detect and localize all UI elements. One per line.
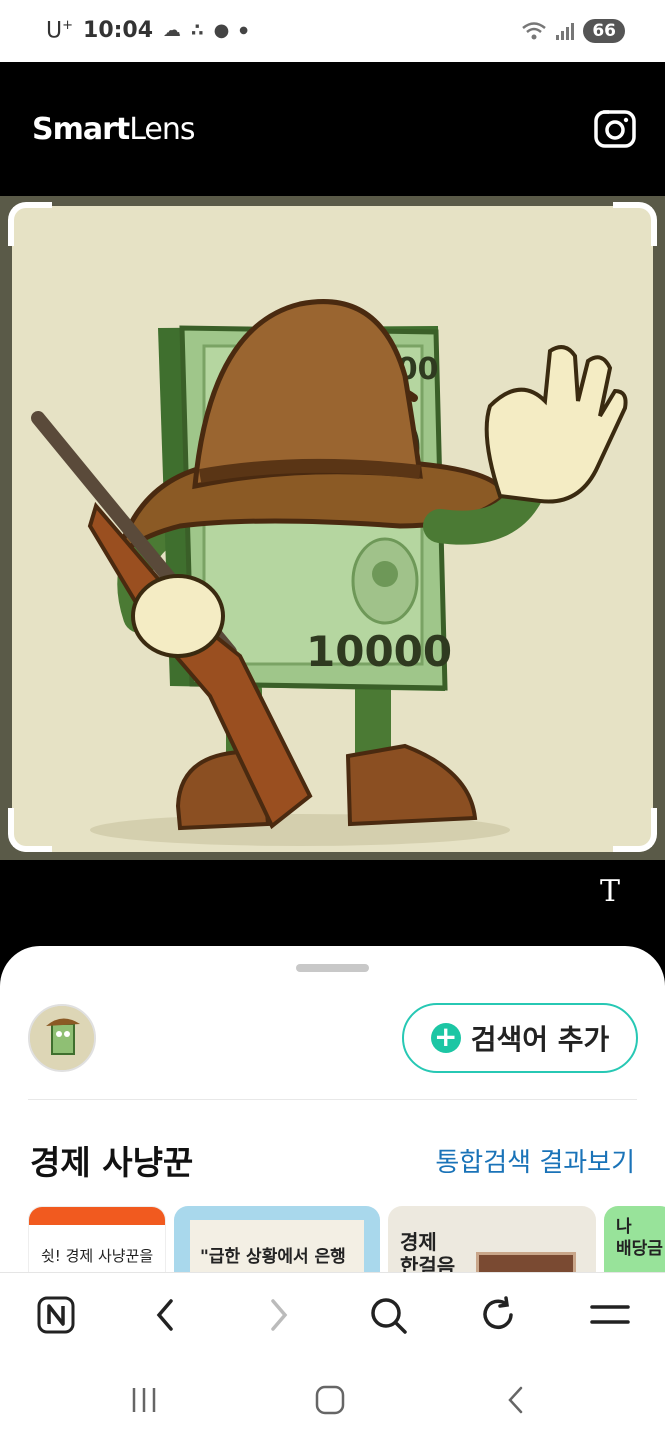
camera-icon	[594, 110, 636, 148]
query-image-thumbnail[interactable]	[28, 1004, 96, 1072]
chat-icon: ●	[213, 20, 230, 42]
crop-corner-top-right[interactable]	[613, 202, 657, 246]
recent-apps-button[interactable]	[122, 1378, 166, 1422]
result-card[interactable]: "급한 상황에서 은행	[174, 1206, 380, 1272]
add-keyword-label: 검색어 추가	[470, 1023, 610, 1056]
naver-home-icon	[37, 1296, 75, 1334]
search-button[interactable]	[366, 1293, 410, 1337]
money-character-illustration: 1000 10000	[0, 196, 665, 860]
crop-corner-bottom-right[interactable]	[613, 808, 657, 852]
card-book-image	[476, 1252, 576, 1272]
sheet-drag-handle[interactable]	[296, 964, 369, 972]
query-title: 경제 사냥꾼	[30, 1143, 194, 1182]
carrier-label: U+	[46, 18, 74, 44]
result-card[interactable]: 나 배당금	[604, 1206, 665, 1272]
signal-icon	[556, 23, 575, 40]
status-left: U+ 10:04 ☁ ∴ ● ●	[46, 18, 248, 43]
refresh-button[interactable]	[476, 1293, 520, 1337]
crop-corner-bottom-left[interactable]	[8, 808, 52, 852]
forward-icon	[271, 1299, 288, 1331]
smartlens-logo: SmartLens	[32, 111, 196, 147]
card-text: "급한 상황에서 은행	[200, 1247, 346, 1267]
plus-icon: +	[430, 1023, 461, 1053]
back-nav-button[interactable]	[494, 1378, 538, 1422]
system-navigation-bar	[0, 1358, 665, 1440]
thumbnail-image	[30, 1006, 94, 1070]
bill-bottom-number: 10000	[306, 627, 452, 676]
battery-indicator: 66	[583, 19, 625, 43]
refresh-icon	[483, 1296, 513, 1329]
browser-toolbar	[0, 1272, 665, 1358]
result-card[interactable]: 경제 한걸음	[388, 1206, 596, 1272]
result-card[interactable]: 쉿! 경제 사냥꾼을	[28, 1206, 166, 1272]
add-keyword-button[interactable]: + 검색어 추가	[402, 1003, 638, 1073]
back-nav-icon	[508, 1386, 523, 1414]
card-text: 경제 한걸음	[400, 1230, 456, 1272]
cloud-icon: ☁	[163, 20, 182, 42]
divider	[28, 1099, 637, 1100]
menu-icon	[590, 1305, 630, 1324]
notification-icon: ∴	[191, 20, 204, 42]
wifi-icon	[522, 22, 547, 40]
menu-button[interactable]	[588, 1293, 632, 1337]
recent-apps-icon	[132, 1388, 156, 1412]
results-sheet: + 검색어 추가 경제 사냥꾼 통합검색 결과보기 쉿! 경제 사냥꾼을 "급한…	[0, 946, 665, 1272]
result-cards: 쉿! 경제 사냥꾼을 "급한 상황에서 은행 경제 한걸음 나 배당금	[0, 1206, 665, 1272]
dot-icon: ●	[239, 25, 249, 37]
card-text: 나 배당금	[616, 1217, 663, 1259]
back-button[interactable]	[144, 1293, 188, 1337]
camera-button[interactable]	[593, 107, 637, 151]
forward-button[interactable]	[256, 1293, 300, 1337]
home-nav-icon	[315, 1385, 345, 1415]
card-header-bar	[29, 1207, 165, 1225]
text-recognition-button[interactable]: T	[590, 870, 630, 914]
home-button[interactable]	[34, 1293, 78, 1337]
lens-image-preview: 1000 10000	[0, 196, 665, 860]
search-icon	[371, 1298, 407, 1334]
home-nav-button[interactable]	[308, 1378, 352, 1422]
back-icon	[156, 1299, 173, 1331]
smartlens-header: SmartLens	[0, 62, 665, 196]
crop-corner-top-left[interactable]	[8, 202, 52, 246]
status-time: 10:04	[83, 18, 154, 44]
all-results-link[interactable]: 통합검색 결과보기	[435, 1142, 635, 1179]
card-text: 쉿! 경제 사냥꾼을	[41, 1247, 154, 1265]
status-bar: U+ 10:04 ☁ ∴ ● ● 66	[0, 0, 665, 62]
status-right: 66	[521, 19, 625, 43]
